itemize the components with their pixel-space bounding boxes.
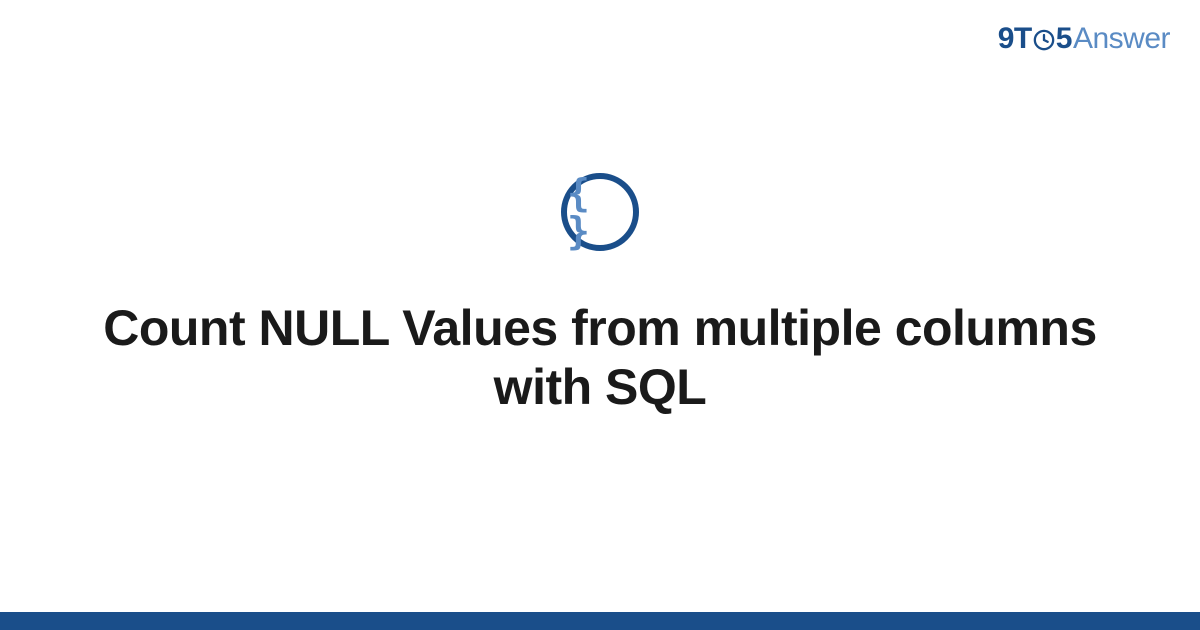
- page-title: Count NULL Values from multiple columns …: [100, 299, 1100, 417]
- footer-bar: [0, 612, 1200, 630]
- logo-prefix: 9T: [998, 22, 1032, 56]
- logo-suffix: 5: [1056, 22, 1072, 56]
- site-logo: 9T 5 Answer: [998, 22, 1170, 56]
- braces-glyph: { }: [567, 174, 633, 250]
- logo-word: Answer: [1073, 22, 1170, 56]
- clock-icon: [1033, 29, 1055, 51]
- main-content: { } Count NULL Values from multiple colu…: [0, 0, 1200, 630]
- code-braces-icon: { }: [561, 173, 639, 251]
